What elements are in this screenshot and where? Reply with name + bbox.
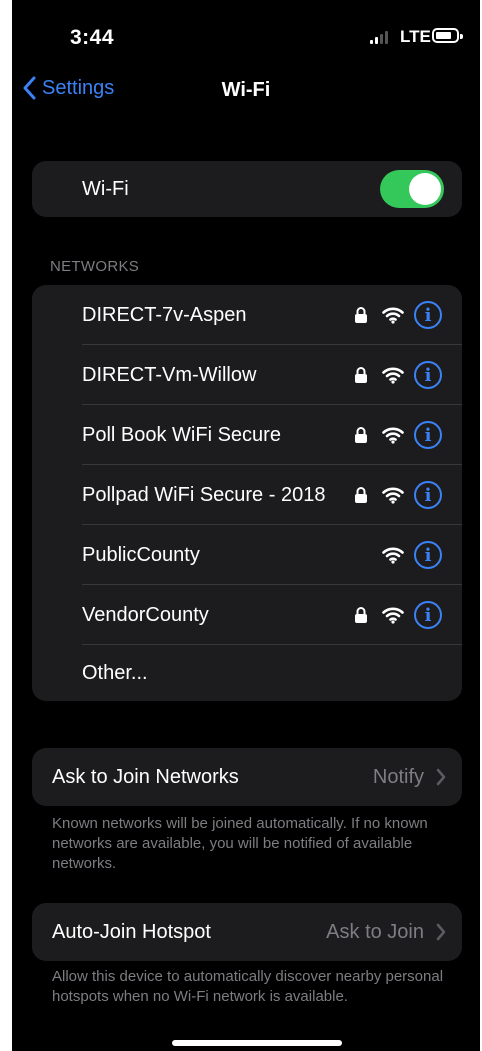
lock-icon — [355, 607, 367, 623]
network-status-icons: i — [354, 405, 442, 465]
ask-to-join-row[interactable]: Ask to Join Networks Notify — [32, 748, 462, 806]
chevron-right-icon — [436, 923, 446, 941]
ask-to-join-footnote: Known networks will be joined automatica… — [52, 815, 428, 872]
auto-join-hotspot-label: Auto-Join Hotspot — [52, 920, 211, 943]
network-status-icons: i — [354, 345, 442, 405]
ask-to-join-value: Notify — [372, 765, 424, 788]
wifi-toggle-label: Wi-Fi — [82, 177, 129, 200]
battery-icon — [432, 28, 463, 43]
network-row[interactable]: PublicCounty i — [32, 525, 462, 585]
wifi-icon — [382, 607, 404, 624]
info-icon[interactable]: i — [414, 481, 442, 509]
auto-join-hotspot-row[interactable]: Auto-Join Hotspot Ask to Join — [32, 903, 462, 961]
wifi-toggle-switch[interactable] — [380, 170, 444, 208]
network-name: Pollpad WiFi Secure - 2018 — [82, 483, 326, 506]
status-time: 3:44 — [70, 26, 115, 49]
lock-icon — [355, 367, 367, 383]
page-title: Wi-Fi — [221, 79, 271, 101]
info-icon[interactable]: i — [414, 541, 442, 569]
other-network-label: Other... — [82, 661, 148, 684]
lock-icon — [355, 307, 367, 323]
wifi-icon — [382, 307, 404, 324]
network-row[interactable]: DIRECT-7v-Aspen i — [32, 285, 462, 345]
networks-section-header: NETWORKS — [50, 258, 140, 275]
network-name: DIRECT-Vm-Willow — [82, 363, 257, 386]
status-bar: 3:44 LTE — [12, 0, 480, 70]
wifi-icon — [382, 367, 404, 384]
network-name: VendorCounty — [82, 603, 209, 626]
wifi-icon — [382, 487, 404, 504]
network-name: PublicCounty — [82, 543, 200, 566]
info-icon[interactable]: i — [414, 361, 442, 389]
wifi-icon — [382, 547, 404, 564]
network-row[interactable]: DIRECT-Vm-Willow i — [32, 345, 462, 405]
ask-to-join-label: Ask to Join Networks — [52, 765, 239, 788]
ask-to-join-group: Ask to Join Networks Notify — [32, 748, 462, 806]
networks-list: DIRECT-7v-Aspen i DIRECT-Vm-Willow i Poll Bo… — [32, 285, 462, 701]
wifi-toggle-group: Wi-Fi — [32, 161, 462, 217]
chevron-right-icon — [436, 768, 446, 786]
navigation-bar: Settings Wi-Fi — [12, 72, 480, 112]
network-name: Poll Book WiFi Secure — [82, 423, 281, 446]
lock-icon — [355, 487, 367, 503]
cellular-signal-icon — [370, 30, 390, 44]
network-status-icons: i — [354, 585, 442, 645]
network-status-icons: i — [382, 525, 442, 585]
other-network-row[interactable]: Other... — [32, 645, 462, 701]
auto-join-hotspot-group: Auto-Join Hotspot Ask to Join — [32, 903, 462, 961]
network-status-icons: i — [354, 285, 442, 345]
wifi-toggle-row: Wi-Fi — [32, 161, 462, 217]
network-status-icons: i — [354, 465, 442, 525]
toggle-knob — [409, 173, 441, 205]
lock-icon — [355, 427, 367, 443]
info-icon[interactable]: i — [414, 601, 442, 629]
network-type: LTE — [400, 27, 431, 46]
network-row[interactable]: Poll Book WiFi Secure i — [32, 405, 462, 465]
info-icon[interactable]: i — [414, 421, 442, 449]
wifi-icon — [382, 427, 404, 444]
info-icon[interactable]: i — [414, 301, 442, 329]
network-row[interactable]: Pollpad WiFi Secure - 2018 i — [32, 465, 462, 525]
auto-join-hotspot-value: Ask to Join — [326, 920, 424, 943]
network-row[interactable]: VendorCounty i — [32, 585, 462, 645]
home-indicator[interactable] — [172, 1040, 342, 1046]
auto-join-hotspot-footnote: Allow this device to automatically disco… — [52, 968, 444, 1005]
network-name: DIRECT-7v-Aspen — [82, 303, 247, 326]
wifi-settings-screen: 3:44 LTE Settings Wi-Fi Wi-Fi NETWORKS D… — [12, 0, 480, 1051]
